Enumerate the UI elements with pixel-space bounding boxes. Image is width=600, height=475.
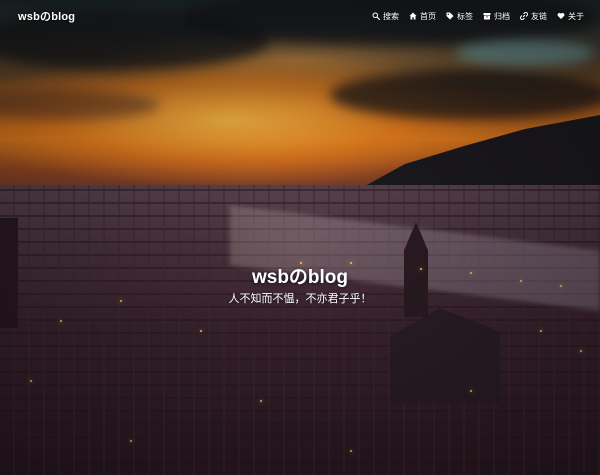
nav-item-label: 搜索 xyxy=(383,11,399,21)
site-brand-link[interactable]: wsbのblog xyxy=(18,8,75,24)
nav-item-label: 首页 xyxy=(420,11,436,21)
hero-banner-image xyxy=(0,0,600,475)
nav-item-archive[interactable]: 归档 xyxy=(483,11,510,22)
site-subtitle: 人不知而不愠，不亦君子乎！ xyxy=(228,292,372,305)
nav-item-search[interactable]: 搜索 xyxy=(372,11,399,22)
site-title: wsbのblog xyxy=(251,267,349,288)
nav-item-links[interactable]: 友链 xyxy=(520,11,547,22)
home-icon xyxy=(409,12,417,20)
nav-item-home[interactable]: 首页 xyxy=(409,11,436,22)
nav-item-label: 标签 xyxy=(457,11,473,21)
nav-item-tags[interactable]: 标签 xyxy=(446,11,473,22)
nav-item-label: 关于 xyxy=(568,11,584,21)
navbar: wsbのblog 搜索 首页 标签 归档 友链 关于 xyxy=(0,0,600,32)
archive-icon xyxy=(483,12,491,20)
heart-icon xyxy=(557,12,565,20)
nav-item-label: 归档 xyxy=(494,11,510,21)
nav-menu: 搜索 首页 标签 归档 友链 关于 xyxy=(372,11,584,22)
tag-icon xyxy=(446,12,454,20)
nav-item-about[interactable]: 关于 xyxy=(557,11,584,22)
search-icon xyxy=(372,12,380,20)
nav-item-label: 友链 xyxy=(531,11,547,21)
link-icon xyxy=(520,12,528,20)
